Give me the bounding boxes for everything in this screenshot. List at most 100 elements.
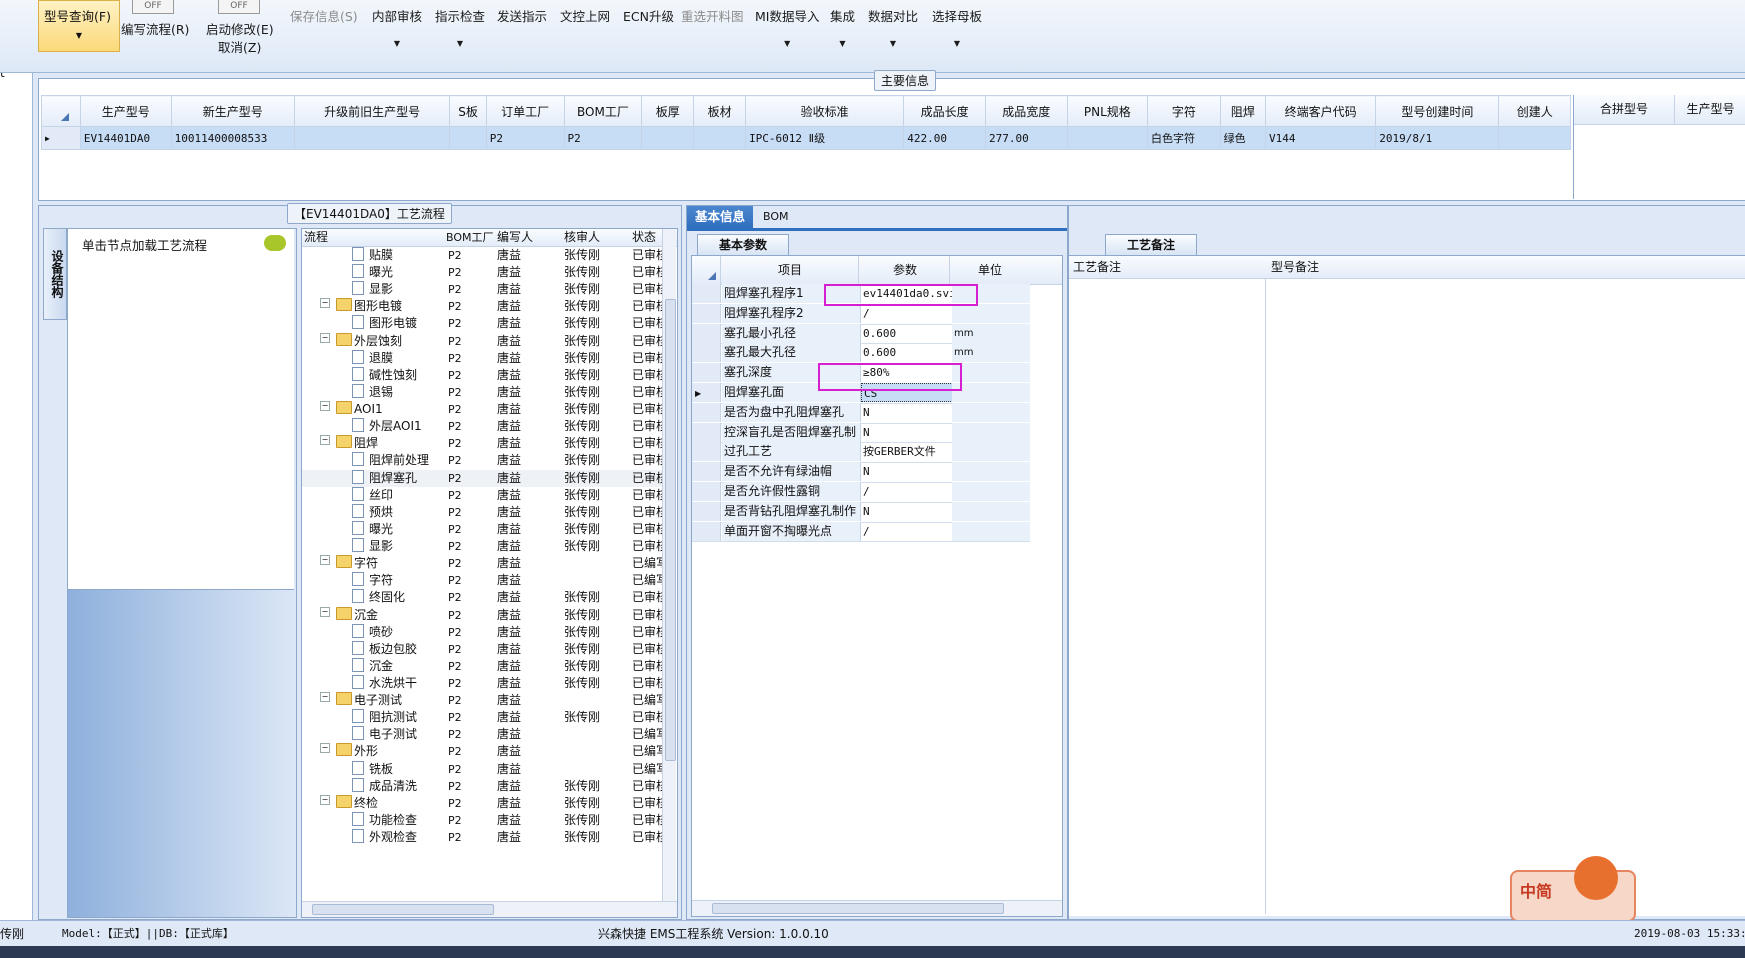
tree-row[interactable]: 电子测试 P2 唐益 已编写 xyxy=(302,726,662,743)
param-value[interactable]: N xyxy=(861,502,951,521)
param-value[interactable]: / xyxy=(861,522,951,541)
col-item[interactable]: 项目 xyxy=(722,256,859,284)
col-value[interactable]: 参数 xyxy=(861,256,950,284)
tree-row[interactable]: 阻焊前处理 P2 唐益 张传刚 已审核 xyxy=(302,452,662,469)
tree-row[interactable]: 曝光 P2 唐益 张传刚 已审核 xyxy=(302,264,662,281)
col-writer[interactable]: 编写人 xyxy=(497,229,533,246)
param-row[interactable]: 阻焊塞孔程序2/ xyxy=(692,303,1030,325)
param-row[interactable]: 单面开窗不掏曝光点 / xyxy=(692,521,1030,543)
tree-row[interactable]: − 字符 P2 唐益 已编写 xyxy=(302,555,662,572)
main-info-cell[interactable]: 10011400008533 xyxy=(170,126,295,150)
internal-review-button[interactable]: 内部审核 ▼ xyxy=(372,6,422,48)
main-info-cell[interactable] xyxy=(641,126,695,150)
tree-row[interactable]: − 图形电镀 P2 唐益 张传刚 已审核 xyxy=(302,298,662,315)
main-info-col-header[interactable]: 字符 xyxy=(1147,95,1221,127)
tree-row[interactable]: 显影 P2 唐益 张传刚 已审核 xyxy=(302,538,662,555)
main-info-col-header[interactable]: BOM工厂 xyxy=(563,95,643,127)
tree-row[interactable]: 阻焊塞孔 P2 唐益 张传刚 已审核 xyxy=(302,469,662,487)
process-remark-text[interactable] xyxy=(1069,279,1266,914)
main-info-cell[interactable]: 白色字符 xyxy=(1147,126,1221,150)
main-info-col-header[interactable]: 终端客户代码 xyxy=(1265,95,1377,127)
tree-row[interactable]: 功能检查 P2 唐益 张传刚 已审核 xyxy=(302,811,662,829)
param-value[interactable]: N xyxy=(861,462,951,481)
tree-row[interactable]: 喷砂 P2 唐益 张传刚 已审核 xyxy=(302,623,662,641)
main-info-cell[interactable] xyxy=(1066,126,1149,150)
tree-hscrollbar[interactable] xyxy=(302,901,677,917)
main-info-cell[interactable] xyxy=(1498,126,1571,150)
tree-row[interactable]: 退膜 P2 唐益 张传刚 已审核 xyxy=(302,349,662,367)
param-value[interactable]: 0.600 xyxy=(861,324,951,343)
model-remark-text[interactable] xyxy=(1266,279,1738,914)
tab-basic-info[interactable]: 基本信息 xyxy=(687,206,753,228)
param-row[interactable]: 是否允许假性露铜 / xyxy=(692,482,1030,503)
tree-scrollbar[interactable] xyxy=(662,229,676,901)
hscroll-thumb[interactable] xyxy=(312,904,494,915)
collapse-toggle-icon[interactable]: − xyxy=(320,606,330,617)
data-compare-button[interactable]: 数据对比 ▼ xyxy=(868,6,918,48)
tree-row[interactable]: 贴膜 P2 唐益 张传刚 已审核 xyxy=(302,247,662,264)
collapse-toggle-icon[interactable]: − xyxy=(320,298,330,309)
tab-bom[interactable]: BOM xyxy=(763,206,789,228)
tab-process-remark[interactable]: 工艺备注 xyxy=(1105,234,1197,255)
tree-row[interactable]: 沉金 P2 唐益 张传刚 已审核 xyxy=(302,657,662,675)
main-info-col-header[interactable]: 新生产型号 xyxy=(170,95,295,127)
main-info-cell[interactable]: 2019/8/1 xyxy=(1375,126,1500,150)
col-reviewer[interactable]: 核审人 xyxy=(564,229,600,246)
tree-row[interactable]: 外层AOI1 P2 唐益 张传刚 已审核 xyxy=(302,418,662,435)
tree-row[interactable]: 预烘 P2 唐益 张传刚 已审核 xyxy=(302,503,662,521)
main-info-col-header[interactable]: 成品长度 xyxy=(903,95,986,127)
toggle-switch[interactable]: OFF xyxy=(218,0,260,14)
main-info-col-header[interactable]: 升级前旧生产型号 xyxy=(293,95,451,127)
col-bom[interactable]: BOM工厂 xyxy=(446,229,494,246)
main-info-col-header[interactable]: 成品宽度 xyxy=(984,95,1068,127)
main-info-col-header[interactable]: 生产型号 xyxy=(79,95,172,127)
device-structure-tab[interactable]: 设备结构 xyxy=(43,228,67,320)
param-value[interactable]: / xyxy=(861,482,951,501)
tree-row[interactable]: 水洗烘干 P2 唐益 张传刚 已审核 xyxy=(302,675,662,692)
collapse-toggle-icon[interactable]: − xyxy=(320,435,330,446)
hscroll-thumb[interactable] xyxy=(712,903,1004,914)
tree-row[interactable]: − 沉金 P2 唐益 张传刚 已审核 xyxy=(302,606,662,624)
main-info-col-header[interactable]: 板厚 xyxy=(641,95,695,127)
tree-row[interactable]: − AOI1 P2 唐益 张传刚 已审核 xyxy=(302,401,662,418)
main-info-cell[interactable]: V144 xyxy=(1265,126,1377,150)
tree-row[interactable]: − 阻焊 P2 唐益 张传刚 已审核 xyxy=(302,435,662,452)
collapse-toggle-icon[interactable]: − xyxy=(320,332,330,343)
tree-row[interactable]: 碱性蚀刻 P2 唐益 张传刚 已审核 xyxy=(302,366,662,384)
tree-row[interactable]: − 外层蚀刻 P2 唐益 张传刚 已审核 xyxy=(302,332,662,350)
param-row[interactable]: 塞孔最大孔径 0.600 mm xyxy=(692,343,1030,365)
merge-model-header[interactable]: 合拼型号 xyxy=(1574,95,1675,125)
col-status[interactable]: 状态 xyxy=(632,229,656,246)
main-info-cell[interactable]: 277.00 xyxy=(984,126,1068,150)
table-row[interactable]: ▶ EV14401DA0 10011400008533 P2 P2 IPC-6012 Ⅱ… xyxy=(41,126,1571,150)
main-info-col-header[interactable]: 型号创建时间 xyxy=(1375,95,1500,127)
collapse-toggle-icon[interactable]: − xyxy=(320,743,330,754)
param-row[interactable]: 控深盲孔是否阻焊塞孔制作N xyxy=(692,422,1030,458)
main-info-cell[interactable]: 绿色 xyxy=(1219,126,1267,150)
param-value[interactable]: 按GERBER文件 xyxy=(861,442,951,461)
param-row[interactable]: 是否不允许有绿油帽 N xyxy=(692,462,1030,483)
instruction-check-button[interactable]: 指示检查 ▼ xyxy=(435,6,485,48)
tree-row[interactable]: 外观检查 P2 唐益 张传刚 已审核 xyxy=(302,829,662,846)
subtab-basic-params[interactable]: 基本参数 xyxy=(697,234,789,255)
tree-row[interactable]: 曝光 P2 唐益 张传刚 已审核 xyxy=(302,520,662,538)
tree-row[interactable]: − 电子测试 P2 唐益 已编写 xyxy=(302,692,662,709)
integration-button[interactable]: 集成 ▼ xyxy=(830,6,855,48)
main-info-col-header[interactable]: 验收标准 xyxy=(745,95,905,127)
main-info-cell[interactable] xyxy=(449,126,487,150)
enable-edit-button[interactable]: 启动修改(E) xyxy=(206,19,274,38)
main-info-col-header[interactable]: 创建人 xyxy=(1498,95,1571,127)
tree-row[interactable]: 图形电镀 P2 唐益 张传刚 已审核 xyxy=(302,315,662,332)
tree-row[interactable]: 铣板 P2 唐益 已编写 xyxy=(302,760,662,778)
main-info-cell[interactable]: P2 xyxy=(563,126,643,150)
main-info-col-header[interactable]: 订单工厂 xyxy=(485,95,565,127)
node-list[interactable]: 单击节点加载工艺流程 xyxy=(68,229,294,590)
param-value[interactable]: 0.600 xyxy=(861,343,951,362)
save-info-button[interactable]: 保存信息(S) xyxy=(290,6,358,25)
main-info-col-header[interactable]: 阻焊 xyxy=(1219,95,1267,127)
collapse-toggle-icon[interactable]: − xyxy=(320,401,330,412)
col-flow[interactable]: 流程 xyxy=(304,229,328,246)
col-model-remark[interactable]: 型号备注 xyxy=(1271,256,1319,278)
main-info-cell[interactable] xyxy=(693,126,747,150)
tree-row[interactable]: 丝印 P2 唐益 张传刚 已审核 xyxy=(302,486,662,504)
